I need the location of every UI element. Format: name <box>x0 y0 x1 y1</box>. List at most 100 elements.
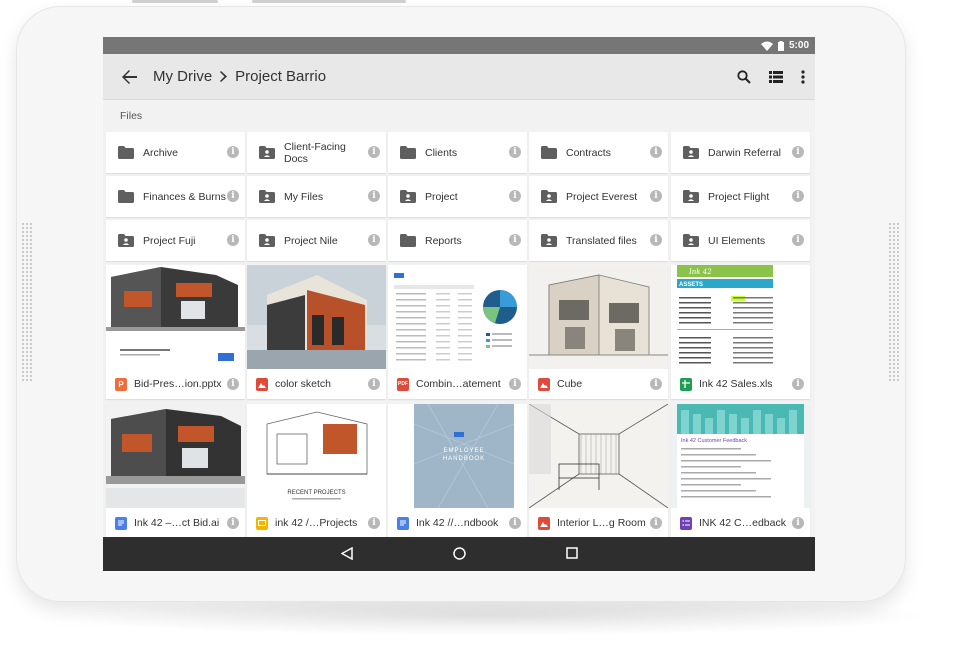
file-item[interactable]: Interior L…g Room i <box>529 404 668 538</box>
folder-icon-wrap <box>683 233 699 248</box>
details-button[interactable]: i <box>509 190 521 202</box>
file-name: Ink 42 Sales.xls <box>699 378 773 390</box>
folder-name: Project Flight <box>708 190 770 203</box>
details-button[interactable]: i <box>227 517 239 529</box>
file-caption: ink 42 /…Projects i <box>247 508 386 538</box>
shared-folder-icon <box>683 189 699 203</box>
folder-item[interactable]: Contracts i <box>529 132 668 173</box>
file-item[interactable]: P Bid-Pres…ion.pptx i <box>106 265 245 399</box>
file-item[interactable]: PDF Combin…atement i <box>388 265 527 399</box>
more-options-button[interactable] <box>801 70 805 84</box>
folder-icon-wrap <box>259 145 275 160</box>
slides-file-icon <box>256 516 268 530</box>
shared-folder-icon <box>683 145 699 159</box>
details-button[interactable]: i <box>650 146 662 158</box>
details-button[interactable]: i <box>509 378 521 390</box>
folder-icon <box>400 233 416 247</box>
pdf-file-icon: PDF <box>397 377 409 391</box>
app-toolbar: My Drive Project Barrio <box>103 54 815 100</box>
folder-icon-wrap <box>541 145 557 160</box>
nav-back-button[interactable] <box>341 547 353 560</box>
breadcrumb-current: Project Barrio <box>235 68 327 85</box>
file-caption: Ink 42 //…ndbook i <box>388 508 527 538</box>
folder-item[interactable]: UI Elements i <box>671 220 810 261</box>
shared-folder-icon <box>541 233 557 247</box>
folder-name: Project <box>425 190 458 203</box>
folder-icon-wrap <box>683 189 699 204</box>
screen: 5:00 My Drive Project Barrio Files Archi… <box>103 37 815 571</box>
file-item[interactable]: color sketch i <box>247 265 386 399</box>
folder-item[interactable]: Reports i <box>388 220 527 261</box>
details-button[interactable]: i <box>792 234 804 246</box>
details-button[interactable]: i <box>650 517 662 529</box>
details-button[interactable]: i <box>368 378 380 390</box>
file-name: ink 42 /…Projects <box>275 517 358 529</box>
list-view-button[interactable] <box>769 71 783 83</box>
arrow-back-icon <box>122 69 137 84</box>
more-vert-icon <box>801 70 805 84</box>
folder-item[interactable]: Archive i <box>106 132 245 173</box>
details-button[interactable]: i <box>368 190 380 202</box>
details-button[interactable]: i <box>368 146 380 158</box>
folder-item[interactable]: Project Flight i <box>671 176 810 217</box>
details-button[interactable]: i <box>792 378 804 390</box>
details-button[interactable]: i <box>227 378 239 390</box>
folder-icon-wrap <box>118 233 134 248</box>
folder-item[interactable]: Client-Facing Docs i <box>247 132 386 173</box>
search-button[interactable] <box>737 70 751 84</box>
folder-item[interactable]: Finances & Burns i <box>106 176 245 217</box>
info-icon: i <box>792 234 804 246</box>
file-item[interactable]: EMPLOYEE HANDBOOK Ink 42 //…ndbook i <box>388 404 527 538</box>
file-caption: Interior L…g Room i <box>529 508 668 538</box>
folder-name: Archive <box>143 146 179 159</box>
nav-home-button[interactable] <box>453 547 466 560</box>
details-button[interactable]: i <box>650 378 662 390</box>
details-button[interactable]: i <box>227 190 239 202</box>
svg-text:Ink 42: Ink 42 <box>688 268 712 276</box>
folder-item[interactable]: Project i <box>388 176 527 217</box>
docs-file-icon <box>397 516 409 530</box>
info-icon: i <box>368 517 380 529</box>
folder-icon-wrap <box>259 189 275 204</box>
details-button[interactable]: i <box>227 146 239 158</box>
status-time: 5:00 <box>788 40 809 51</box>
details-button[interactable]: i <box>368 234 380 246</box>
file-item[interactable]: Ink 42 –…ct Bid.ai i <box>106 404 245 538</box>
details-button[interactable]: i <box>368 517 380 529</box>
info-icon: i <box>227 146 239 158</box>
folder-item[interactable]: My Files i <box>247 176 386 217</box>
folder-item[interactable]: Project Nile i <box>247 220 386 261</box>
details-button[interactable]: i <box>792 517 804 529</box>
forms-file-icon <box>680 516 692 530</box>
breadcrumb-root[interactable]: My Drive <box>153 68 212 85</box>
folder-item[interactable]: Darwin Referral i <box>671 132 810 173</box>
file-thumbnail: Ink 42 Customer Feedback <box>671 404 810 508</box>
folder-item[interactable]: Translated files i <box>529 220 668 261</box>
details-button[interactable]: i <box>509 517 521 529</box>
details-button[interactable]: i <box>792 146 804 158</box>
file-caption: PDF Combin…atement i <box>388 369 527 399</box>
shared-folder-icon <box>259 189 275 203</box>
details-button[interactable]: i <box>792 190 804 202</box>
details-button[interactable]: i <box>509 146 521 158</box>
nav-recents-button[interactable] <box>566 547 578 559</box>
file-item[interactable]: Ink 42 Customer Feedback INK 42 C…edback i <box>671 404 810 538</box>
file-item[interactable]: RECENT PROJECTS ink 42 /…Projects i <box>247 404 386 538</box>
file-item[interactable]: Ink 42 ASSETS Ink 42 Sales.xls i <box>671 265 810 399</box>
info-icon: i <box>650 378 662 390</box>
details-button[interactable]: i <box>650 190 662 202</box>
list-view-icon <box>769 71 783 83</box>
info-icon: i <box>227 190 239 202</box>
details-button[interactable]: i <box>227 234 239 246</box>
file-item[interactable]: Cube i <box>529 265 668 399</box>
back-button[interactable] <box>109 54 149 100</box>
folder-item[interactable]: Clients i <box>388 132 527 173</box>
details-button[interactable]: i <box>650 234 662 246</box>
details-button[interactable]: i <box>509 234 521 246</box>
speaker-grill-right <box>888 222 900 382</box>
folder-item[interactable]: Project Fuji i <box>106 220 245 261</box>
folder-name: Clients <box>425 146 458 159</box>
svg-text:EMPLOYEE: EMPLOYEE <box>443 448 484 454</box>
folder-item[interactable]: Project Everest i <box>529 176 668 217</box>
image-file-icon <box>538 377 550 391</box>
